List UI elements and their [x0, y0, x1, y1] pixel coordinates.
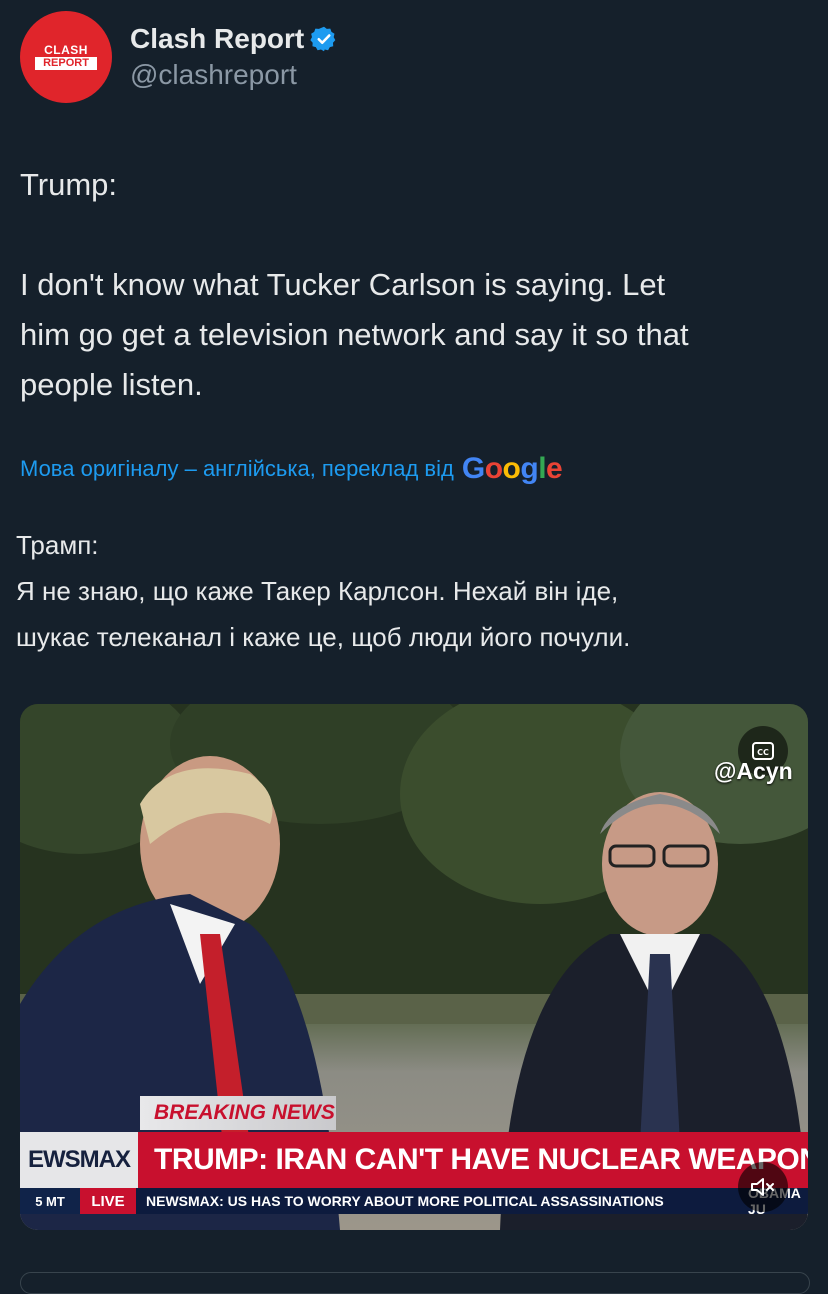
google-logo-letter: e — [546, 452, 563, 485]
display-name-row: Clash Report — [130, 23, 338, 55]
news-ticker: 5 MT LIVE NEWSMAX: US HAS TO WORRY ABOUT… — [20, 1185, 808, 1217]
google-logo: Google — [461, 452, 563, 486]
video-watermark: @Acyn — [714, 758, 793, 784]
google-logo-letter: o — [484, 452, 503, 485]
translation-note[interactable]: Мова оригіналу – англійська, переклад ві… — [20, 452, 563, 486]
translated-text: Трамп: Я не знаю, що каже Такер Карлсон.… — [16, 530, 631, 652]
mute-button[interactable] — [738, 1162, 788, 1212]
author-handle[interactable]: @clashreport — [130, 59, 338, 91]
google-logo-letter: l — [538, 452, 547, 485]
translation-note-text[interactable]: Мова оригіналу – англійська, переклад ві… — [20, 456, 454, 482]
next-card-edge — [20, 1272, 810, 1294]
tweet-header: CLASH REPORT Clash Report @clashreport — [20, 10, 338, 104]
google-logo-letter: g — [520, 452, 539, 485]
tweet-text: Trump: I don't know what Tucker Carlson … — [20, 167, 689, 402]
google-logo-letter: G — [461, 452, 485, 485]
avatar-logo-bottom: REPORT — [35, 57, 97, 70]
display-name[interactable]: Clash Report — [130, 23, 304, 55]
speaker-muted-icon — [751, 1178, 774, 1196]
breaking-news-label: BREAKING NEWS — [140, 1096, 336, 1130]
avatar[interactable]: CLASH REPORT — [20, 11, 112, 103]
author-info: Clash Report @clashreport — [130, 23, 338, 91]
network-logo: EWSMAX — [20, 1132, 138, 1188]
lower-third-bar: EWSMAX TRUMP: IRAN CAN'T HAVE NUCLEAR WE… — [20, 1132, 808, 1188]
svg-text:CC: CC — [757, 748, 769, 757]
avatar-logo-top: CLASH — [44, 43, 88, 57]
ticker-time: 5 MT — [20, 1188, 80, 1214]
google-logo-letter: o — [502, 452, 521, 485]
live-badge: LIVE — [80, 1188, 136, 1214]
video-player[interactable]: CC @Acyn BREAKING NEWS EWSMAX TRUMP: IRA… — [20, 704, 808, 1230]
news-headline: TRUMP: IRAN CAN'T HAVE NUCLEAR WEAPON — [138, 1132, 808, 1188]
verified-badge-icon[interactable] — [310, 25, 338, 53]
avatar-logo: CLASH REPORT — [35, 44, 97, 70]
ticker-text: NEWSMAX: US HAS TO WORRY ABOUT MORE POLI… — [146, 1193, 664, 1209]
